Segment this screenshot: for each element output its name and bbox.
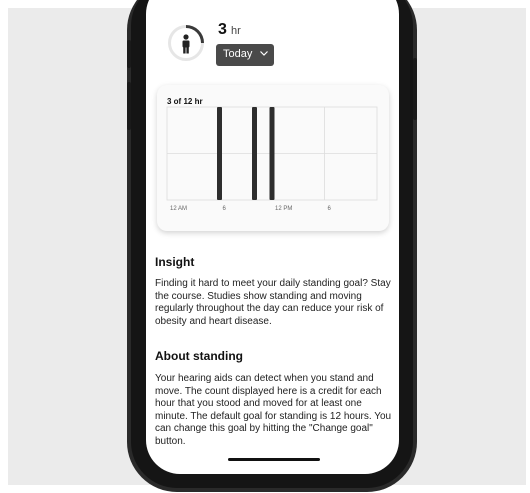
standing-hours-value: 3 — [218, 21, 227, 38]
standing-hours-unit: hr — [231, 25, 241, 37]
chevron-down-icon — [260, 51, 268, 56]
person-standing-icon — [182, 34, 190, 54]
phone-power-button — [413, 58, 417, 120]
standing-chart-card: 3 of 12 hr 12 AM 6 12 PM 6 — [157, 85, 389, 231]
period-dropdown-label: Today — [223, 48, 253, 60]
period-dropdown[interactable]: Today — [216, 44, 274, 66]
insight-body: Finding it hard to meet your daily stand… — [155, 278, 391, 327]
chart-x-tick-label: 6 — [328, 206, 332, 212]
phone-volume-button — [127, 82, 131, 130]
chart-x-tick-label: 6 — [223, 206, 227, 212]
chart-bar — [269, 107, 275, 200]
phone-screen: 3 hr Today 3 of 12 hr 12 AM 6 12 PM 6 Insig… — [146, 0, 399, 474]
about-standing-heading: About standing — [155, 349, 243, 363]
chart-bar — [217, 107, 222, 200]
phone-mute-switch — [127, 40, 131, 68]
about-standing-body: Your hearing aids can detect when you st… — [155, 373, 392, 447]
chart-x-tick-label: 12 PM — [275, 206, 292, 212]
home-indicator — [228, 458, 320, 461]
standing-hours-chart: 12 AM 6 12 PM 6 — [166, 106, 378, 212]
insight-heading: Insight — [155, 255, 195, 269]
chart-x-tick-label: 12 AM — [170, 206, 187, 212]
chart-bar — [252, 107, 257, 200]
